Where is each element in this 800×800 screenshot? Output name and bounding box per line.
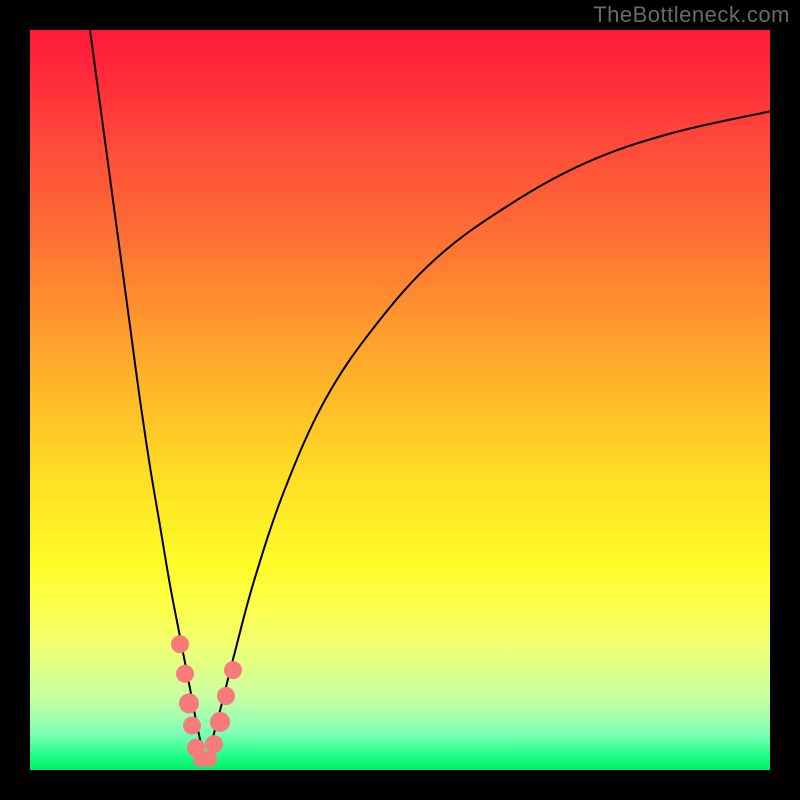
marker-dot [201, 751, 217, 767]
marker-dot [217, 687, 235, 705]
series-right-branch [205, 111, 770, 762]
plot-area [30, 30, 770, 770]
highlight-markers [171, 635, 242, 767]
chart-frame: TheBottleneck.com [0, 0, 800, 800]
marker-dot [179, 693, 199, 713]
marker-dot [176, 665, 194, 683]
marker-dot [205, 735, 223, 753]
marker-dot [224, 661, 242, 679]
marker-dot [210, 712, 230, 732]
bottleneck-curve [90, 30, 770, 763]
marker-dot [171, 635, 189, 653]
series-left-branch [90, 30, 205, 763]
marker-dot [183, 717, 201, 735]
curve-layer [30, 30, 770, 770]
watermark-text: TheBottleneck.com [593, 2, 790, 28]
